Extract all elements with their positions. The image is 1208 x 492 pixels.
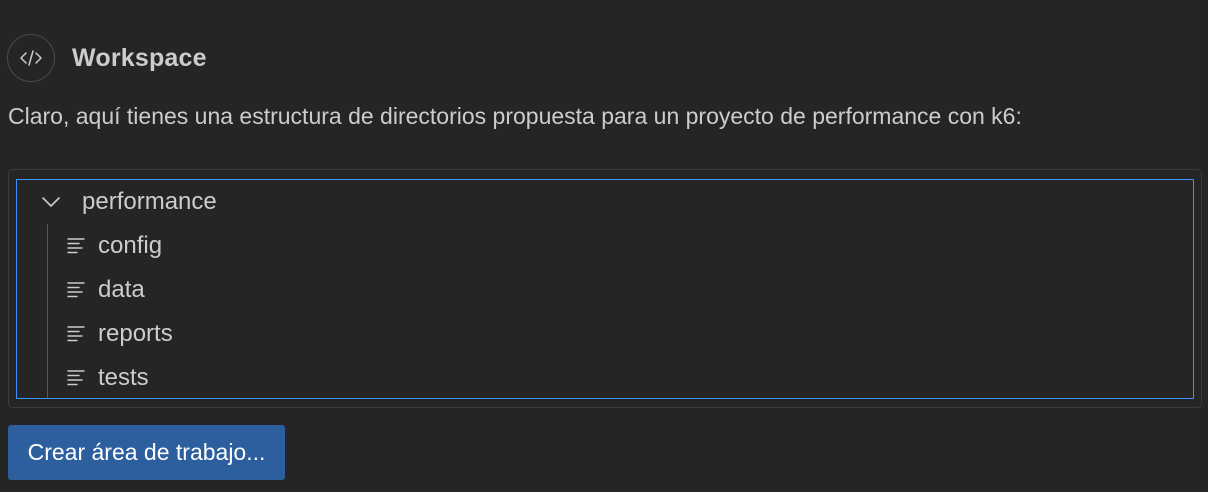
workspace-avatar	[7, 34, 55, 82]
tree-item-reports[interactable]: reports	[66, 312, 173, 356]
tree-indent-guide	[47, 224, 48, 398]
create-workspace-button[interactable]: Crear área de trabajo...	[8, 425, 285, 480]
tree-item-data[interactable]: data	[66, 268, 145, 312]
tree-item-tests[interactable]: tests	[66, 356, 149, 400]
tree-item-label: reports	[98, 320, 173, 347]
participant-title: Workspace	[72, 43, 207, 72]
file-text-icon	[66, 280, 88, 300]
file-text-icon	[66, 324, 88, 344]
chevron-down-icon[interactable]	[40, 192, 68, 212]
tree-item-config[interactable]: config	[66, 224, 162, 268]
file-text-icon	[66, 368, 88, 388]
code-brackets-icon	[20, 50, 42, 66]
tree-item-label: config	[98, 232, 163, 259]
file-text-icon	[66, 236, 88, 256]
tree-item-performance[interactable]: performance	[40, 180, 217, 224]
response-message: Claro, aquí tienes una estructura de dir…	[8, 103, 1022, 129]
tree-item-label: data	[98, 276, 145, 303]
tree-item-label: performance	[82, 188, 217, 215]
chat-response-header: Workspace	[7, 34, 207, 82]
tree-item-label: tests	[98, 364, 149, 391]
